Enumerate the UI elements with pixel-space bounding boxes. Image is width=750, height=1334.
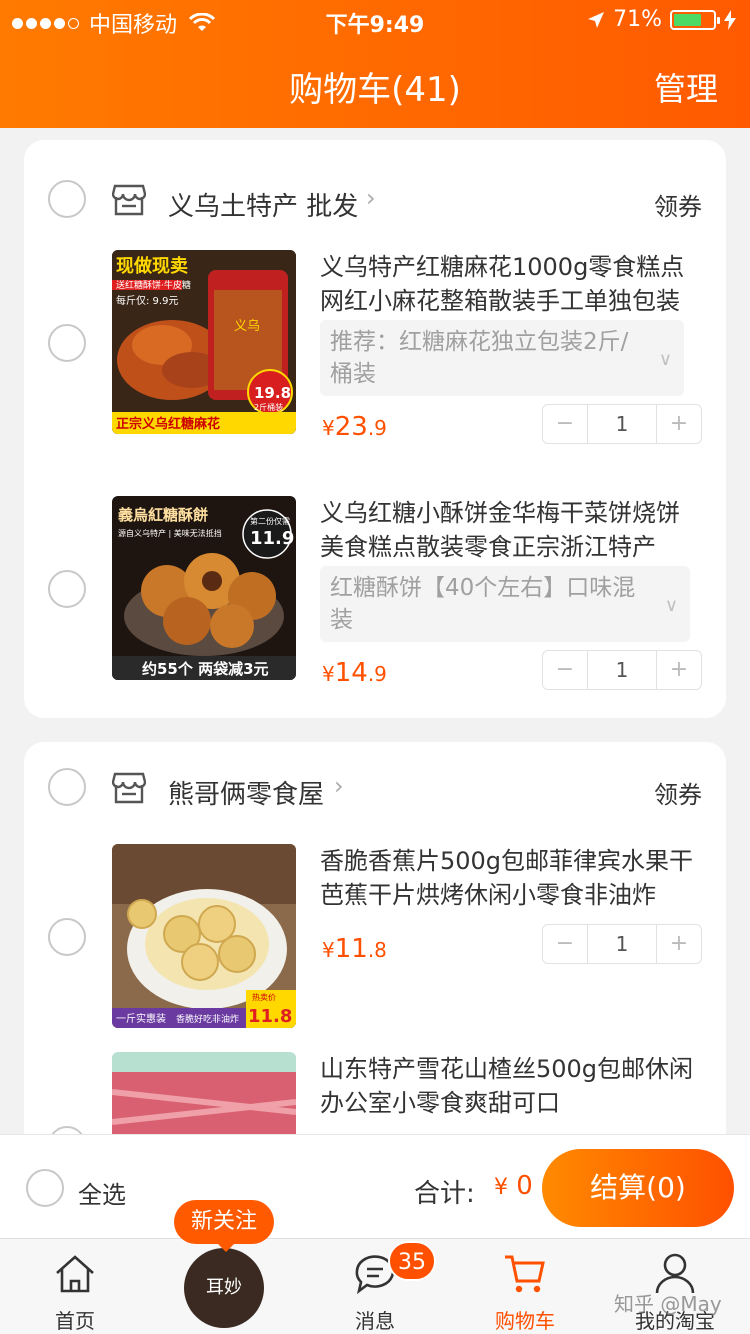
shop-header: 义乌土特产 批发 › 领券 [24,156,726,246]
cart-icon [505,1255,545,1293]
select-all-radio[interactable] [26,1169,64,1207]
shop-name[interactable]: 熊哥俩零食屋 [168,774,324,811]
increase-button[interactable]: + [657,405,701,443]
product-price: ¥11.8 [322,934,387,964]
promo-tag[interactable]: 新关注 [174,1200,274,1252]
svg-text:每斤仅: 9.9元: 每斤仅: 9.9元 [116,294,178,307]
svg-text:第二份仅需: 第二份仅需 [250,516,290,526]
svg-text:正宗义乌红糖麻花: 正宗义乌红糖麻花 [116,416,220,432]
decrease-button[interactable]: − [543,405,587,443]
charging-icon [724,9,736,30]
home-icon [56,1255,94,1293]
battery-icon [670,9,720,30]
promo-logo: 耳妙 [206,1277,242,1298]
tab-label: 首页 [55,1309,95,1333]
cart-list[interactable]: 义乌土特产 批发 › 领券 现做现卖 送红糖酥饼·牛皮糖 每斤仅: 9.9元 1… [0,128,750,1134]
product-title[interactable]: 义乌特产红糖麻花1000g零食糕点网红小麻花整箱散装手工单独包装 [320,250,700,318]
svg-text:11.8: 11.8 [248,1006,292,1027]
item-select-radio[interactable] [48,570,86,608]
item-select-radio[interactable] [48,918,86,956]
product-image[interactable]: 義烏紅糖酥餅 第二份仅需 11.9 源自义乌特产 | 美味无法抵挡 约55个 两… [112,496,296,680]
decrease-button[interactable]: − [543,651,587,689]
product-price: ¥23.9 [322,412,387,442]
app-header: 中国移动 下午9:49 71% 购物车(41) 管理 [0,0,750,128]
tab-label: 购物车 [495,1309,555,1333]
product-price: ¥14.9 [322,658,387,688]
sku-selector[interactable]: 推荐：红糖麻花独立包装2斤/桶装 ∨ [320,320,684,396]
status-bar: 中国移动 下午9:49 71% [0,0,750,40]
location-icon [588,11,605,28]
svg-text:一斤实惠装: 一斤实惠装 [116,1012,166,1025]
sku-text: 红糖酥饼【40个左右】口味混装 [330,575,636,633]
quantity-value[interactable]: 1 [587,405,657,443]
manage-button[interactable]: 管理 [654,64,718,110]
product-image[interactable] [112,1052,296,1134]
svg-text:现做现卖: 现做现卖 [116,255,188,277]
quantity-stepper[interactable]: − 1 + [542,404,702,444]
checkout-bar: 全选 合计: ¥ 0 结算(0) [0,1134,750,1238]
battery-percent: 71% [613,7,662,32]
tab-home[interactable]: 首页 [0,1239,150,1334]
total-amount: ¥ 0 [494,1171,533,1201]
chevron-right-icon: › [366,184,376,212]
shop-select-radio[interactable] [48,180,86,218]
svg-text:义乌: 义乌 [234,318,260,334]
page-title: 购物车(41) [289,70,461,110]
svg-text:约55个 两袋减3元: 约55个 两袋减3元 [142,660,269,678]
quantity-value[interactable]: 1 [587,925,657,963]
product-title[interactable]: 义乌红糖小酥饼金华梅干菜饼烧饼美食糕点散装零食正宗浙江特产 [320,496,700,564]
product-title[interactable]: 山东特产雪花山楂丝500g包邮休闲办公室小零食爽甜可口 [320,1052,700,1120]
svg-text:義烏紅糖酥餅: 義烏紅糖酥餅 [118,506,208,524]
shop-select-radio[interactable] [48,768,86,806]
svg-text:19.8: 19.8 [254,384,291,402]
svg-text:热卖价: 热卖价 [252,992,276,1002]
chevron-down-icon: ∨ [658,349,672,370]
tab-label: 消息 [355,1309,395,1333]
quantity-stepper[interactable]: − 1 + [542,924,702,964]
cart-item: 热卖价 11.8 一斤实惠装 香脆好吃非油炸 香脆香蕉片500g包邮菲律宾水果干… [24,844,726,1084]
chevron-down-icon: ∨ [664,595,678,616]
svg-text:11.9: 11.9 [250,528,294,549]
sku-text: 推荐：红糖麻花独立包装2斤/桶装 [330,329,629,387]
svg-text:源自义乌特产 | 美味无法抵挡: 源自义乌特产 | 美味无法抵挡 [118,528,222,538]
svg-text:2斤桶装: 2斤桶装 [254,402,283,412]
select-all-label[interactable]: 全选 [78,1175,126,1210]
product-title[interactable]: 香脆香蕉片500g包邮菲律宾水果干芭蕉干片烘烤休闲小零食非油炸 [320,844,700,912]
chevron-right-icon: › [334,772,344,800]
checkout-button[interactable]: 结算(0) [542,1149,734,1227]
tab-profile[interactable]: 我的淘宝 [600,1239,750,1334]
cart-item: 山东特产雪花山楂丝500g包邮休闲办公室小零食爽甜可口 [24,1052,726,1134]
cart-item: 義烏紅糖酥餅 第二份仅需 11.9 源自义乌特产 | 美味无法抵挡 约55个 两… [24,496,726,736]
coupon-button[interactable]: 领券 [654,775,702,810]
store-icon [112,772,146,804]
shop-card: 义乌土特产 批发 › 领券 现做现卖 送红糖酥饼·牛皮糖 每斤仅: 9.9元 1… [24,140,726,718]
tab-cart[interactable]: 购物车 [450,1239,600,1334]
product-image[interactable]: 热卖价 11.8 一斤实惠装 香脆好吃非油炸 [112,844,296,1028]
item-select-radio[interactable] [48,1126,86,1134]
svg-text:香脆好吃非油炸: 香脆好吃非油炸 [176,1013,239,1025]
shop-card: 熊哥俩零食屋 › 领券 热卖价 11.8 一斤实惠装 香脆好吃非油炸 香脆香蕉片… [24,742,726,1134]
message-badge: 35 [388,1241,436,1281]
sku-selector[interactable]: 红糖酥饼【40个左右】口味混装 ∨ [320,566,690,642]
watermark: 知乎 @May [614,1292,722,1316]
coupon-button[interactable]: 领券 [654,187,702,222]
decrease-button[interactable]: − [543,925,587,963]
product-image[interactable]: 现做现卖 送红糖酥饼·牛皮糖 每斤仅: 9.9元 19.8 2斤桶装 正宗义乌红… [112,250,296,434]
quantity-stepper[interactable]: − 1 + [542,650,702,690]
svg-text:送红糖酥饼·牛皮糖: 送红糖酥饼·牛皮糖 [116,279,191,291]
store-icon [112,184,146,216]
item-select-radio[interactable] [48,324,86,362]
cart-item: 现做现卖 送红糖酥饼·牛皮糖 每斤仅: 9.9元 19.8 2斤桶装 正宗义乌红… [24,250,726,490]
increase-button[interactable]: + [657,651,701,689]
shop-name[interactable]: 义乌土特产 批发 [168,186,358,223]
increase-button[interactable]: + [657,925,701,963]
shop-header: 熊哥俩零食屋 › 领券 [24,742,726,832]
total-label: 合计: [414,1179,475,1209]
tab-bar: 首页 消息 购物车 我的淘宝 [0,1238,750,1334]
promo-avatar[interactable]: 耳妙 [184,1248,264,1328]
quantity-value[interactable]: 1 [587,651,657,689]
